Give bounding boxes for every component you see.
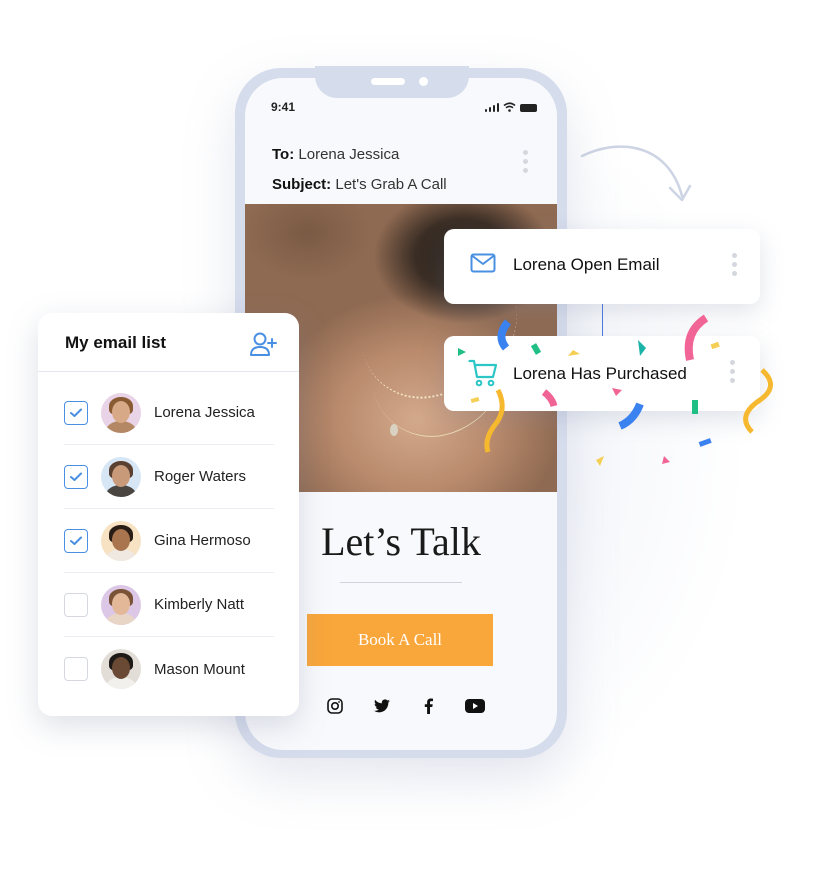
notification-label: Lorena Has Purchased — [513, 364, 687, 383]
cart-icon — [468, 359, 498, 387]
twitter-icon[interactable] — [372, 696, 392, 716]
check-icon — [70, 472, 82, 481]
avatar — [101, 520, 141, 561]
contact-row[interactable]: Kimberly Natt — [64, 573, 274, 637]
avatar — [101, 649, 141, 689]
contact-checkbox[interactable] — [64, 400, 88, 425]
mail-icon — [470, 253, 496, 273]
avatar — [101, 392, 141, 433]
email-header: To: Lorena Jessica Subject: Let's Grab A… — [272, 140, 447, 200]
check-icon — [70, 536, 82, 545]
notification-label: Lorena Open Email — [513, 255, 660, 274]
battery-icon — [520, 104, 537, 112]
facebook-icon[interactable] — [418, 696, 438, 716]
contact-name: Roger Waters — [154, 468, 246, 485]
contact-row[interactable]: Roger Waters — [64, 445, 274, 509]
instagram-icon[interactable] — [325, 696, 345, 716]
contact-name: Mason Mount — [154, 660, 245, 678]
notification-purchased[interactable]: Lorena Has Purchased — [444, 336, 760, 411]
more-options-icon[interactable] — [523, 150, 528, 173]
check-icon — [70, 408, 82, 417]
contact-checkbox[interactable] — [64, 592, 88, 617]
youtube-icon[interactable] — [464, 696, 485, 716]
contact-name: Kimberly Natt — [154, 596, 245, 613]
status-time: 9:41 — [271, 100, 296, 114]
book-call-button[interactable]: Book A Call — [307, 614, 493, 666]
contact-row[interactable]: Lorena Jessica — [64, 381, 274, 445]
email-list-card: My email list Lorena Jessica Roger Water… — [38, 313, 299, 716]
more-options-icon[interactable] — [730, 360, 735, 383]
email-to: To: Lorena Jessica — [272, 146, 400, 163]
phone-notch — [315, 66, 469, 98]
contact-row[interactable]: Gina Hermoso — [64, 509, 274, 573]
status-bar-icons — [484, 102, 537, 112]
contact-name: Gina Hermoso — [154, 532, 251, 549]
divider — [340, 582, 462, 583]
add-user-icon[interactable] — [249, 331, 279, 359]
divider — [38, 371, 299, 372]
contact-list: Lorena Jessica Roger Waters Gina Hermoso — [64, 381, 274, 701]
contact-checkbox[interactable] — [64, 464, 88, 489]
contact-checkbox[interactable] — [64, 657, 88, 681]
signal-icon — [484, 103, 499, 112]
avatar — [101, 456, 141, 497]
wifi-icon — [503, 102, 516, 112]
notification-open-email[interactable]: Lorena Open Email — [444, 229, 760, 304]
more-options-icon[interactable] — [732, 253, 737, 276]
email-list-title: My email list — [65, 333, 167, 352]
contact-row[interactable]: Mason Mount — [64, 637, 274, 701]
avatar — [101, 584, 141, 625]
curved-arrow-icon — [580, 145, 692, 202]
email-subject: Subject: Let's Grab A Call — [272, 176, 447, 193]
contact-name: Lorena Jessica — [154, 404, 255, 421]
social-links — [325, 696, 485, 716]
contact-checkbox[interactable] — [64, 528, 88, 553]
flow-connector — [602, 304, 603, 336]
